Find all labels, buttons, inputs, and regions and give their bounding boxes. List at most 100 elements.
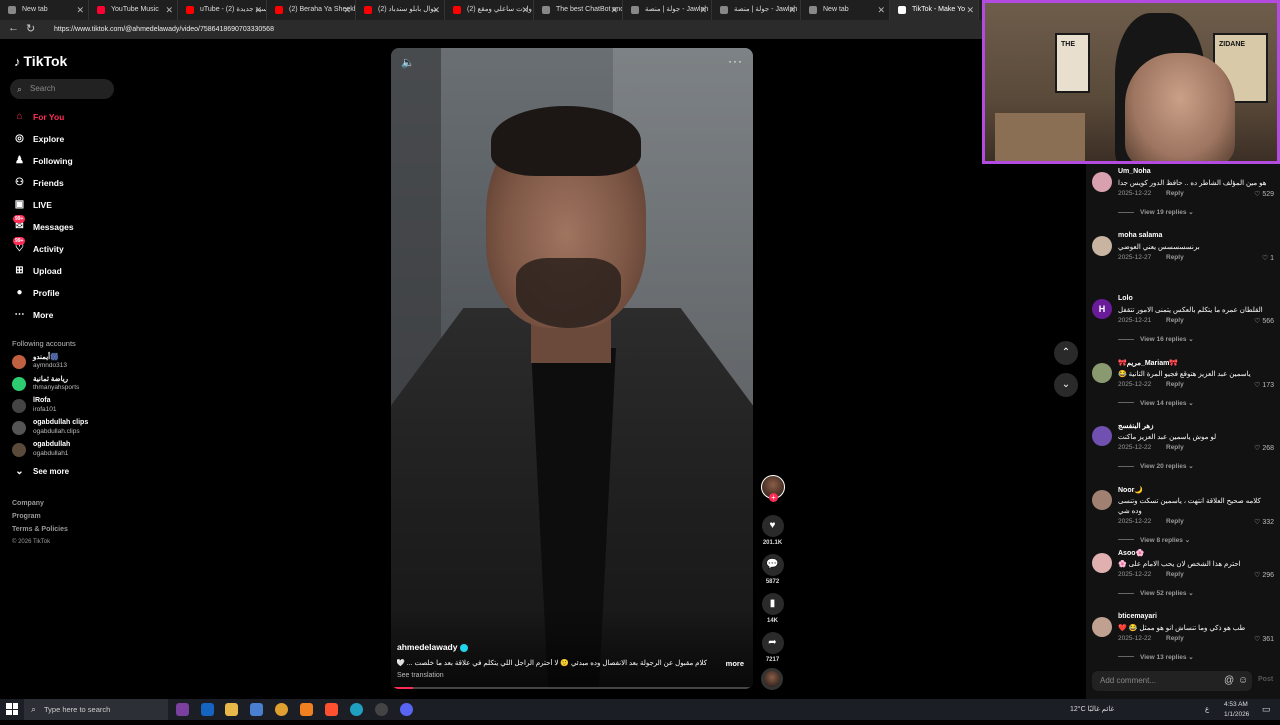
video-player[interactable]: 🔈 ··· ahmedelawady كلام مقبول عن الرجولة… <box>391 48 753 689</box>
following-account[interactable]: رياضة ثمانية thmanyahsports <box>12 375 117 395</box>
more-options-icon[interactable]: ··· <box>728 54 743 68</box>
view-replies-button[interactable]: View 14 replies ⌄ <box>1118 399 1194 407</box>
browser-tab[interactable]: New tab ✕ <box>801 0 890 20</box>
video-author[interactable]: ahmedelawady <box>397 642 469 652</box>
sidebar-item-upload[interactable]: ⊞ Upload <box>12 263 112 279</box>
follow-plus-icon[interactable]: + <box>769 493 778 502</box>
taskbar-search-input[interactable]: ⌕ Type here to search <box>24 699 168 720</box>
bookmark-icon[interactable]: ▮ <box>761 593 784 615</box>
browser-tab[interactable]: (2) Beraha Ya Sheekh ✕ <box>267 0 356 20</box>
comment-avatar[interactable] <box>1092 172 1112 192</box>
sidebar-item-profile[interactable]: ● Profile <box>12 285 112 301</box>
comment-like-button[interactable]: ♡ 268 <box>1254 444 1274 452</box>
view-replies-button[interactable]: View 8 replies ⌄ <box>1118 536 1190 544</box>
app-icon[interactable] <box>250 703 263 716</box>
following-account[interactable]: أيمندو🎆 aymndo313 <box>12 353 117 373</box>
comment-author[interactable]: Um_Noha <box>1118 168 1151 175</box>
tab-close-icon[interactable]: ✕ <box>966 0 974 20</box>
comment-author[interactable]: moha salama <box>1118 232 1162 239</box>
browser-tab[interactable]: uTube - (2) سنة جديدة ✕ <box>178 0 267 20</box>
footer-program[interactable]: Program <box>12 513 41 520</box>
discord-icon[interactable] <box>400 703 413 716</box>
following-account[interactable]: ogabdullah ogabdullah1 <box>12 441 117 461</box>
file-explorer-icon[interactable] <box>225 703 238 716</box>
tab-close-icon[interactable]: ✕ <box>699 0 707 20</box>
sidebar-item-messages[interactable]: ✉ 99+ Messages <box>12 215 112 235</box>
search-input[interactable]: ⌕ Search <box>10 79 114 99</box>
comment-author[interactable]: Asoo🌸 <box>1118 549 1144 557</box>
creator-avatar[interactable]: + <box>761 475 785 502</box>
vlc-icon[interactable] <box>300 703 313 716</box>
mention-icon[interactable]: @ <box>1224 671 1234 691</box>
comment-author[interactable]: زهر البنفسج <box>1118 422 1154 430</box>
brave-icon[interactable] <box>325 703 338 716</box>
comment-reply-button[interactable]: Reply <box>1166 190 1184 197</box>
sidebar-item-more[interactable]: ⋯ More <box>12 307 112 323</box>
comment-reply-button[interactable]: Reply <box>1166 254 1184 261</box>
comment-avatar[interactable] <box>1092 553 1112 573</box>
chevron-up-icon[interactable]: ⌃ <box>1054 341 1078 365</box>
comment-like-button[interactable]: ♡ 173 <box>1254 381 1274 389</box>
comment-avatar[interactable] <box>1092 362 1112 383</box>
browser-tab[interactable]: جولة | منصة - Jawlah ✕ <box>712 0 801 20</box>
browser-tab[interactable]: The best ChatBot and ✕ <box>534 0 623 20</box>
tab-close-icon[interactable]: ✕ <box>343 0 351 20</box>
comment-reply-button[interactable]: Reply <box>1166 571 1184 578</box>
comment-reply-button[interactable]: Reply <box>1166 518 1184 525</box>
sidebar-item-friends[interactable]: ⚇ Friends <box>12 175 112 191</box>
tab-close-icon[interactable]: ✕ <box>788 0 796 20</box>
share-icon[interactable]: ➦ <box>761 632 784 654</box>
comment-avatar[interactable] <box>1092 235 1112 256</box>
sidebar-item-explore[interactable]: ◎ Explore <box>12 131 112 147</box>
tab-close-icon[interactable]: ✕ <box>165 0 173 20</box>
add-comment-input[interactable]: Add comment... @ ☺ <box>1092 671 1252 691</box>
tab-close-icon[interactable]: ✕ <box>432 0 440 20</box>
sidebar-item-following[interactable]: ♟ Following <box>12 153 112 169</box>
tab-close-icon[interactable]: ✕ <box>76 0 84 20</box>
comment-like-button[interactable]: ♡ 529 <box>1254 190 1274 198</box>
see-more-button[interactable]: ⌄ See more <box>12 464 112 480</box>
tab-close-icon[interactable]: ✕ <box>877 0 885 20</box>
edge-icon[interactable] <box>350 703 363 716</box>
browser-tab[interactable]: (2) ولدت ساعلي ومقع ✕ <box>445 0 534 20</box>
share-action[interactable]: ➦ 7217 <box>760 632 785 663</box>
back-icon[interactable]: ← <box>8 22 19 34</box>
sidebar-item-for-you[interactable]: ⌂ For You <box>12 109 112 125</box>
chevron-down-nav-icon[interactable]: ⌄ <box>1054 373 1078 397</box>
taskbar-date[interactable]: 1/1/2026 <box>1224 704 1249 725</box>
browser-tab[interactable]: YouTube Music ✕ <box>89 0 178 20</box>
comment-author[interactable]: bticemayari <box>1118 613 1157 620</box>
following-account[interactable]: ogabdullah clips ogabdullah.clips <box>12 419 117 439</box>
view-replies-button[interactable]: View 52 replies ⌄ <box>1118 589 1194 597</box>
following-account[interactable]: lRofa irofa101 <box>12 397 117 417</box>
tiktok-logo[interactable]: ♪ TikTok <box>14 53 67 69</box>
comment-icon[interactable]: 💬 <box>761 554 784 576</box>
browser-tab[interactable]: (2) موال بابلو سندباد ✕ <box>356 0 445 20</box>
see-translation-link[interactable]: See translation <box>397 672 444 679</box>
comment-like-button[interactable]: ♡ 566 <box>1254 317 1274 325</box>
comment-reply-button[interactable]: Reply <box>1166 635 1184 642</box>
caption-more-button[interactable]: more <box>726 659 744 668</box>
footer-terms[interactable]: Terms & Policies <box>12 526 68 533</box>
windows-start-icon[interactable] <box>6 703 18 715</box>
chrome-icon[interactable] <box>275 703 288 716</box>
browser-tab[interactable]: TikTok - Make Yo ✕ <box>890 0 979 20</box>
premiere-icon[interactable] <box>176 703 189 716</box>
heart-icon[interactable]: ♥ <box>761 515 784 537</box>
like-action[interactable]: ♥ 201.1K <box>760 515 785 546</box>
comment-reply-button[interactable]: Reply <box>1166 381 1184 388</box>
comment-like-button[interactable]: ♡ 1 <box>1262 254 1274 262</box>
photoshop-icon[interactable] <box>201 703 214 716</box>
comment-avatar[interactable] <box>1092 426 1112 446</box>
language-indicator[interactable]: ع <box>1205 699 1209 720</box>
browser-tab[interactable]: New tab ✕ <box>0 0 89 20</box>
sidebar-item-activity[interactable]: ♡ 99+ Activity <box>12 237 112 257</box>
post-button[interactable]: Post <box>1258 676 1273 683</box>
tab-close-icon[interactable]: ✕ <box>610 0 618 20</box>
comment-avatar[interactable]: H <box>1092 299 1112 319</box>
tab-close-icon[interactable]: ✕ <box>521 0 529 20</box>
view-replies-button[interactable]: View 19 replies ⌄ <box>1118 208 1194 216</box>
comment-avatar[interactable] <box>1092 616 1112 637</box>
comment-author[interactable]: Noor🌙 <box>1118 486 1143 494</box>
comment-reply-button[interactable]: Reply <box>1166 444 1184 451</box>
